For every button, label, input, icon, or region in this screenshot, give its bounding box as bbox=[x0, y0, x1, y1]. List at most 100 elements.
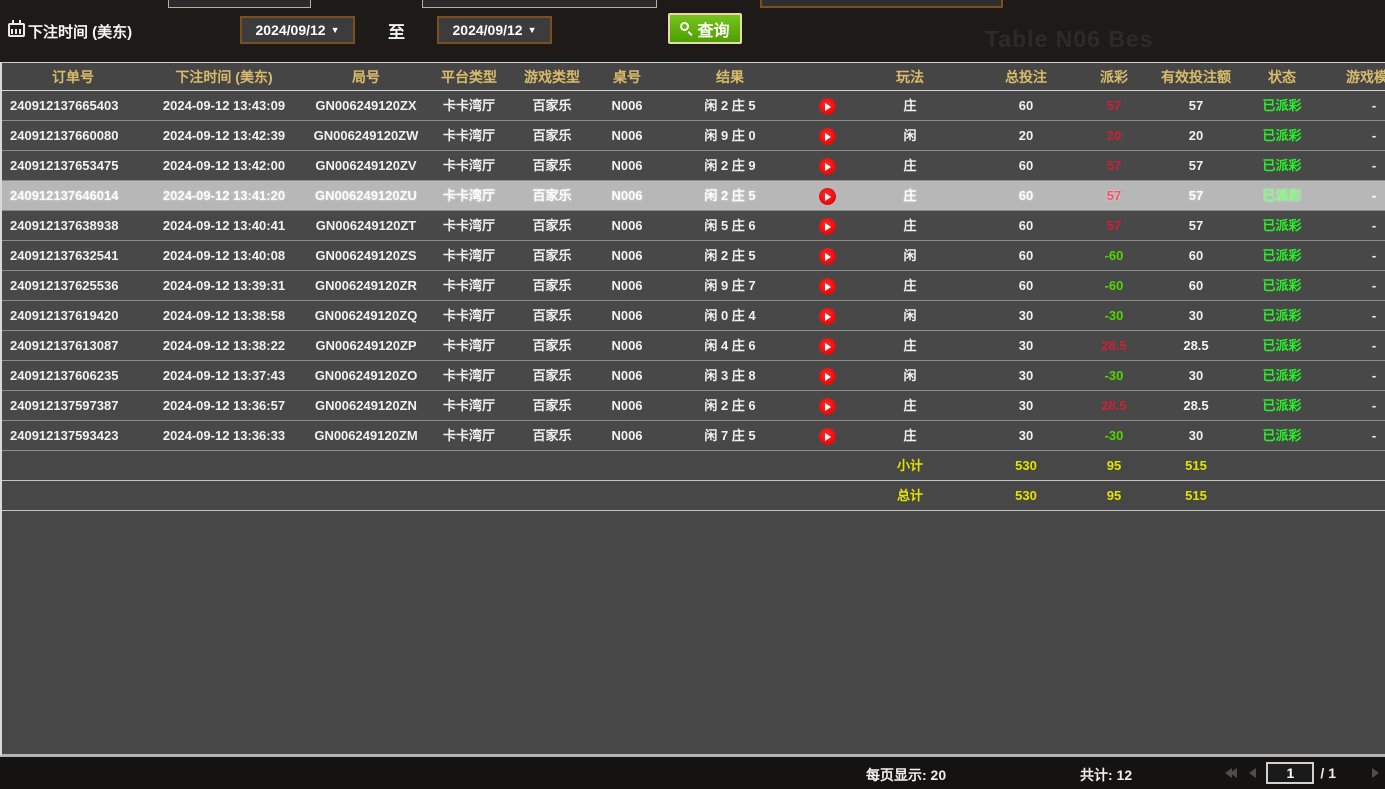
subtotal-row-cell bbox=[2, 451, 144, 480]
cell-game: 百家乐 bbox=[510, 91, 594, 120]
table-row[interactable]: 2409121376255362024-09-12 13:39:31GN0062… bbox=[2, 271, 1385, 301]
subtotal-row-cell bbox=[144, 451, 304, 480]
cell-status: 已派彩 bbox=[1250, 181, 1314, 210]
cell-table: N006 bbox=[594, 421, 660, 450]
cell-time: 2024-09-12 13:40:41 bbox=[144, 211, 304, 240]
cell-mode: - bbox=[1314, 91, 1385, 120]
cell-order: 240912137653475 bbox=[2, 151, 144, 180]
first-page-icon[interactable] bbox=[1223, 766, 1239, 780]
play-icon[interactable] bbox=[800, 421, 854, 450]
cell-result: 闲 3 庄 8 bbox=[660, 361, 800, 390]
calendar-icon bbox=[8, 20, 26, 37]
cell-round: GN006249120ZS bbox=[304, 241, 428, 270]
query-button[interactable]: 查询 bbox=[668, 13, 742, 44]
play-icon[interactable] bbox=[800, 361, 854, 390]
table-row[interactable]: 2409121376534752024-09-12 13:42:00GN0062… bbox=[2, 151, 1385, 181]
cell-result: 闲 2 庄 5 bbox=[660, 91, 800, 120]
table-row[interactable]: 2409121376389382024-09-12 13:40:41GN0062… bbox=[2, 211, 1385, 241]
cell-payout: 57 bbox=[1086, 91, 1142, 120]
cell-mode: - bbox=[1314, 121, 1385, 150]
cell-platform: 卡卡湾厅 bbox=[428, 301, 510, 330]
play-icon[interactable] bbox=[800, 271, 854, 300]
subtotal-row-cell bbox=[1314, 451, 1385, 480]
cell-valid: 30 bbox=[1142, 301, 1250, 330]
cell-mode: - bbox=[1314, 361, 1385, 390]
table-row[interactable]: 2409121376654032024-09-12 13:43:09GN0062… bbox=[2, 91, 1385, 121]
cell-time: 2024-09-12 13:42:00 bbox=[144, 151, 304, 180]
date-range-to-label: 至 bbox=[388, 18, 405, 43]
cell-time: 2024-09-12 13:39:31 bbox=[144, 271, 304, 300]
cell-order: 240912137660080 bbox=[2, 121, 144, 150]
cell-mode: - bbox=[1314, 241, 1385, 270]
table-row[interactable]: 2409121376194202024-09-12 13:38:58GN0062… bbox=[2, 301, 1385, 331]
table-row[interactable]: 2409121375973872024-09-12 13:36:57GN0062… bbox=[2, 391, 1385, 421]
cell-table: N006 bbox=[594, 301, 660, 330]
play-icon[interactable] bbox=[800, 151, 854, 180]
play-icon[interactable] bbox=[800, 91, 854, 120]
column-header-6: 桌号 bbox=[594, 63, 660, 90]
table-row[interactable]: 2409121376130872024-09-12 13:38:22GN0062… bbox=[2, 331, 1385, 361]
cell-mode: - bbox=[1314, 391, 1385, 420]
cell-playtype: 庄 bbox=[854, 331, 966, 360]
cell-order: 240912137646014 bbox=[2, 181, 144, 210]
table-row[interactable]: 2409121376600802024-09-12 13:42:39GN0062… bbox=[2, 121, 1385, 151]
cell-order: 240912137593423 bbox=[2, 421, 144, 450]
cell-mode: - bbox=[1314, 421, 1385, 450]
cell-playtype: 庄 bbox=[854, 421, 966, 450]
subtotal-row-cell bbox=[594, 451, 660, 480]
bet-records-table: 订单号下注时间 (美东)局号平台类型游戏类型桌号结果玩法总投注派彩有效投注额状态… bbox=[0, 62, 1385, 757]
prev-page-icon[interactable] bbox=[1247, 766, 1258, 780]
next-page-icon[interactable] bbox=[1370, 766, 1381, 780]
cell-round: GN006249120ZP bbox=[304, 331, 428, 360]
from-date-select[interactable]: 2024/09/12 ▼ bbox=[240, 16, 355, 44]
table-header-row: 订单号下注时间 (美东)局号平台类型游戏类型桌号结果玩法总投注派彩有效投注额状态… bbox=[2, 63, 1385, 91]
column-header-8 bbox=[800, 63, 854, 90]
cell-round: GN006249120ZW bbox=[304, 121, 428, 150]
cell-bet: 60 bbox=[966, 181, 1086, 210]
column-header-11: 派彩 bbox=[1086, 63, 1142, 90]
cell-payout: -60 bbox=[1086, 241, 1142, 270]
cell-result: 闲 0 庄 4 bbox=[660, 301, 800, 330]
cell-status: 已派彩 bbox=[1250, 121, 1314, 150]
from-date-value: 2024/09/12 bbox=[256, 22, 326, 38]
play-icon[interactable] bbox=[800, 241, 854, 270]
top-input-2[interactable] bbox=[422, 0, 657, 8]
cell-platform: 卡卡湾厅 bbox=[428, 331, 510, 360]
play-icon[interactable] bbox=[800, 181, 854, 210]
pagination-bar: 每页显示: 20 共计: 12 / 1 bbox=[0, 757, 1385, 789]
cell-payout: -30 bbox=[1086, 361, 1142, 390]
bet-time-filter-label: 下注时间 (美东) bbox=[28, 21, 132, 42]
cell-payout: 28.5 bbox=[1086, 391, 1142, 420]
cell-order: 240912137665403 bbox=[2, 91, 144, 120]
play-icon[interactable] bbox=[800, 331, 854, 360]
total-row: 总计53095515 bbox=[2, 481, 1385, 511]
cell-status: 已派彩 bbox=[1250, 301, 1314, 330]
page-number-input[interactable] bbox=[1266, 762, 1314, 784]
cell-status: 已派彩 bbox=[1250, 241, 1314, 270]
play-icon[interactable] bbox=[800, 391, 854, 420]
cell-payout: -30 bbox=[1086, 421, 1142, 450]
cell-time: 2024-09-12 13:37:43 bbox=[144, 361, 304, 390]
cell-time: 2024-09-12 13:36:57 bbox=[144, 391, 304, 420]
cell-bet: 30 bbox=[966, 421, 1086, 450]
cell-round: GN006249120ZU bbox=[304, 181, 428, 210]
total-row-cell bbox=[428, 481, 510, 510]
cell-status: 已派彩 bbox=[1250, 331, 1314, 360]
table-row[interactable]: 2409121376325412024-09-12 13:40:08GN0062… bbox=[2, 241, 1385, 271]
top-input-1[interactable] bbox=[168, 0, 311, 8]
table-row[interactable]: 2409121376062352024-09-12 13:37:43GN0062… bbox=[2, 361, 1385, 391]
cell-order: 240912137613087 bbox=[2, 331, 144, 360]
page-size-label: 每页显示: 20 bbox=[866, 765, 946, 785]
cell-valid: 60 bbox=[1142, 241, 1250, 270]
play-icon[interactable] bbox=[800, 121, 854, 150]
query-button-label: 查询 bbox=[697, 17, 729, 41]
cell-round: GN006249120ZV bbox=[304, 151, 428, 180]
play-icon[interactable] bbox=[800, 301, 854, 330]
table-row[interactable]: 2409121375934232024-09-12 13:36:33GN0062… bbox=[2, 421, 1385, 451]
table-row[interactable]: 2409121376460142024-09-12 13:41:20GN0062… bbox=[2, 181, 1385, 211]
column-header-14: 游戏模式 bbox=[1314, 63, 1385, 90]
play-icon[interactable] bbox=[800, 211, 854, 240]
to-date-select[interactable]: 2024/09/12 ▼ bbox=[437, 16, 552, 44]
top-input-3[interactable] bbox=[760, 0, 1003, 8]
cell-valid: 60 bbox=[1142, 271, 1250, 300]
